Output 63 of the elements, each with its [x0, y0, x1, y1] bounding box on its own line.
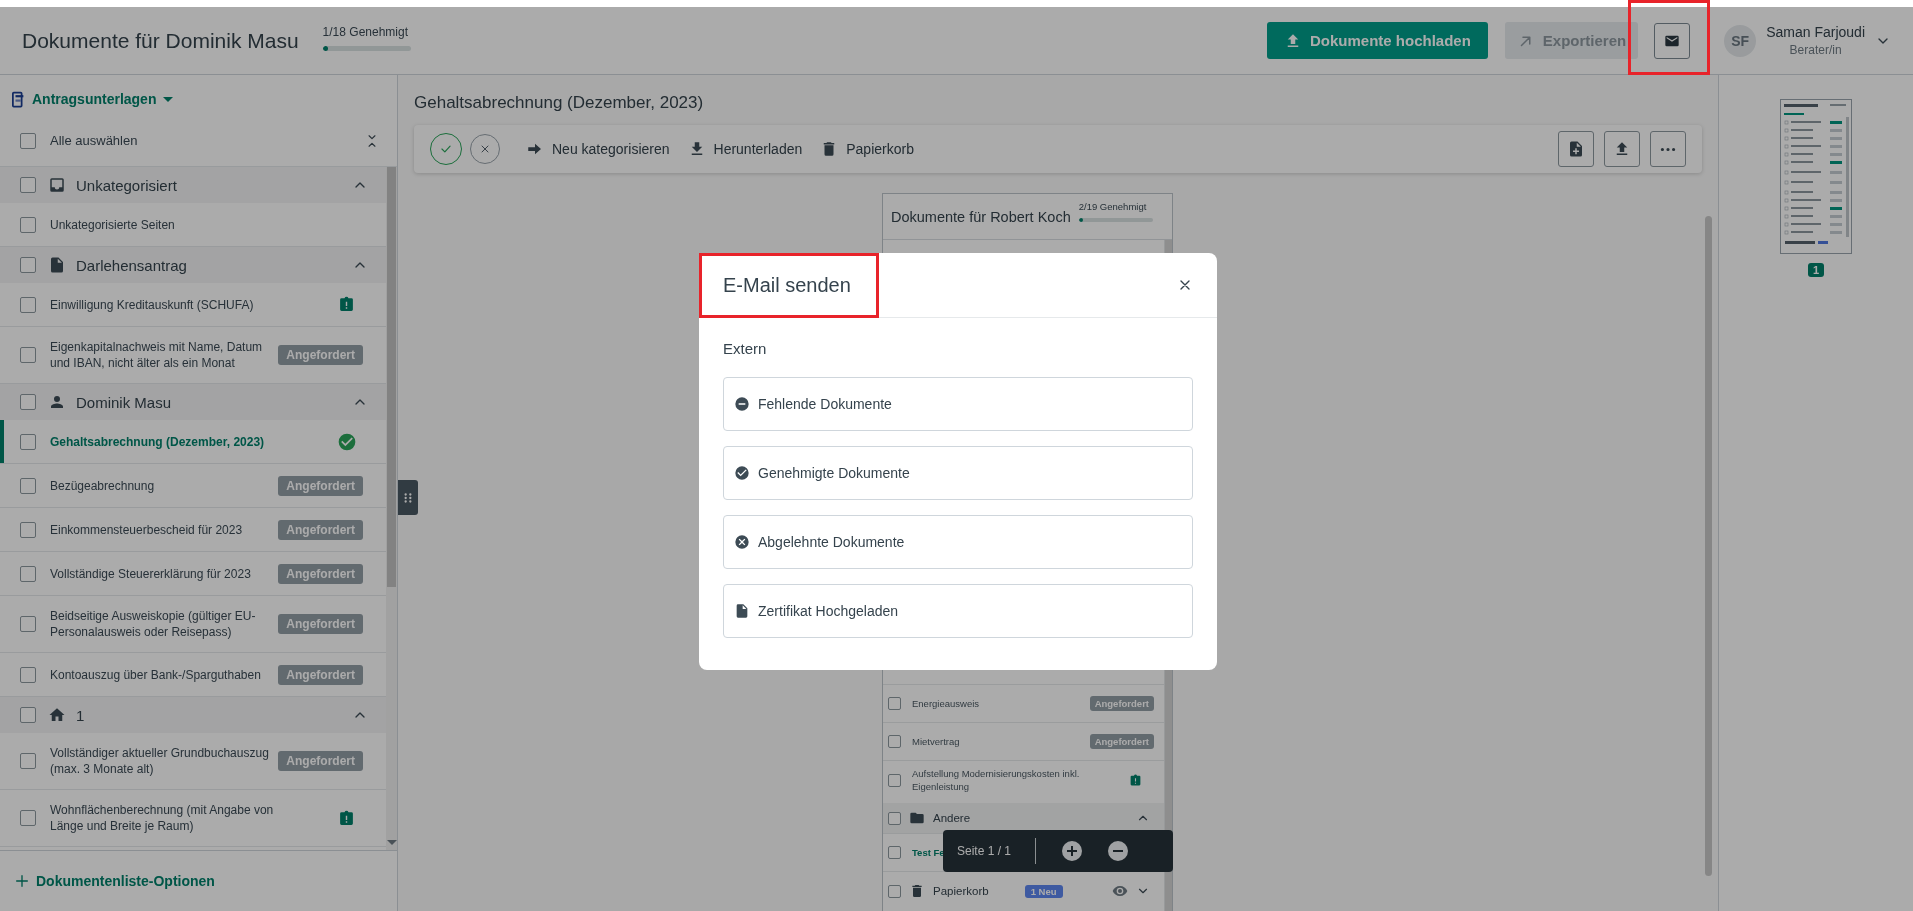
- document-item[interactable]: Einkommensteuerbescheid für 2023 Angefordert: [0, 508, 386, 552]
- document-item[interactable]: Einwilligung Kreditauskunft (SCHUFA): [0, 283, 386, 327]
- new-badge: 1 Neu: [1024, 884, 1063, 898]
- document-label: Vollständiger aktueller Grundbuchauszug (max. 3 Monate alt): [50, 745, 270, 778]
- document-item[interactable]: Wohnflächenberechnung (mit Angabe von Länge und Breite je Raum): [0, 790, 386, 847]
- document-label: Wohnflächenberechnung (mit Angabe von Länge und Breite je Raum): [50, 802, 275, 835]
- document-label: Einwilligung Kreditauskunft (SCHUFA): [50, 296, 254, 314]
- group-header[interactable]: Dominik Masu: [0, 384, 386, 420]
- document-label: Eigenkapitalnachweis mit Name, Datum und IBAN, nicht älter als ein Monat: [50, 339, 264, 372]
- document-item[interactable]: Gehaltsabrechnung (Dezember, 2023): [0, 420, 386, 464]
- status-badge: Angefordert: [1089, 696, 1154, 711]
- group-title: 1: [76, 706, 85, 724]
- document-label: Beidseitige Ausweiskopie (gültiger EU-Personalausweis oder Reisepass): [50, 608, 257, 641]
- status-badge: Angefordert: [278, 614, 363, 634]
- dialog-title: E-Mail senden: [723, 273, 851, 297]
- toolbar-action[interactable]: Herunterladen: [687, 140, 803, 158]
- group-header[interactable]: 1: [0, 697, 386, 733]
- document-title: Gehaltsabrechnung (Dezember, 2023): [414, 93, 705, 114]
- group-title: Dominik Masu: [76, 393, 172, 411]
- email-option[interactable]: Fehlende Dokumente: [723, 377, 1193, 431]
- document-item[interactable]: Beidseitige Ausweiskopie (gültiger EU-Personalausweis oder Reisepass) Angefordert: [0, 596, 386, 653]
- document-item[interactable]: Vollständiger aktueller Grundbuchauszug (max. 3 Monate alt) Angefordert: [0, 733, 386, 790]
- group-header[interactable]: Unkategorisiert: [0, 167, 386, 203]
- group-title: Darlehensantrag: [76, 256, 187, 274]
- preview-title: Dokumente für Robert Koch: [891, 209, 1071, 225]
- user-name: Saman Farjoudi: [1766, 24, 1865, 40]
- group-title: Unkategorisiert: [76, 176, 177, 194]
- category-dropdown[interactable]: Antragsunterlagen: [32, 91, 175, 107]
- status-badge: Angefordert: [278, 519, 363, 540]
- document-item[interactable]: Bezügeabrechnung Angefordert: [0, 464, 386, 508]
- page-number[interactable]: 1: [1807, 263, 1825, 277]
- email-option[interactable]: Zertifikat Hochgeladen: [723, 584, 1193, 638]
- status-badge: Angefordert: [278, 475, 363, 496]
- document-item[interactable]: Vollständige Steuererklärung für 2023 Angefordert: [0, 552, 386, 596]
- group-title: Andere: [933, 812, 971, 824]
- status-badge: Angefordert: [1089, 734, 1154, 749]
- document-label: Aufstellung Modernisierungskosten inkl. Eigenleistung: [912, 767, 1081, 794]
- user-role: Berater/in: [1789, 43, 1842, 57]
- document-label: Unkategorisierte Seiten: [50, 216, 175, 234]
- trash-title: Papierkorb: [933, 885, 989, 897]
- status-badge: Angefordert: [278, 751, 363, 771]
- section-label: Extern: [723, 340, 768, 357]
- document-label: Bezügeabrechnung: [50, 477, 155, 495]
- status-badge: Angefordert: [278, 664, 363, 685]
- document-label: Gehaltsabrechnung (Dezember, 2023): [50, 433, 265, 451]
- document-label: Energieausweis: [912, 697, 980, 711]
- document-label: Vollständige Steuererklärung für 2023: [50, 565, 251, 583]
- group-header[interactable]: Darlehensantrag: [0, 247, 386, 283]
- email-option[interactable]: Genehmigte Dokumente: [723, 446, 1193, 500]
- email-option[interactable]: Abgelehnte Dokumente: [723, 515, 1193, 569]
- toolbar-action[interactable]: Neu kategorisieren: [526, 140, 670, 158]
- status-badge: Angefordert: [278, 345, 363, 365]
- list-options-link[interactable]: Dokumentenliste-Optionen: [14, 873, 215, 889]
- page-indicator: Seite 1 / 1: [957, 844, 1012, 858]
- document-label: Einkommensteuerbescheid für 2023: [50, 521, 243, 539]
- progress-label: 1/18 Genehmigt: [322, 24, 409, 39]
- status-badge: Angefordert: [278, 563, 363, 584]
- page-title: Dokumente für Dominik Masu: [22, 28, 299, 53]
- select-all-label: Alle auswählen: [50, 133, 138, 148]
- document-label: Kontoauszug über Bank-/Sparguthaben: [50, 666, 261, 684]
- progress-label: 2/19 Genehmigt: [1078, 201, 1148, 212]
- toolbar-action[interactable]: Papierkorb: [820, 140, 914, 158]
- document-label: Mietvertrag: [912, 735, 960, 749]
